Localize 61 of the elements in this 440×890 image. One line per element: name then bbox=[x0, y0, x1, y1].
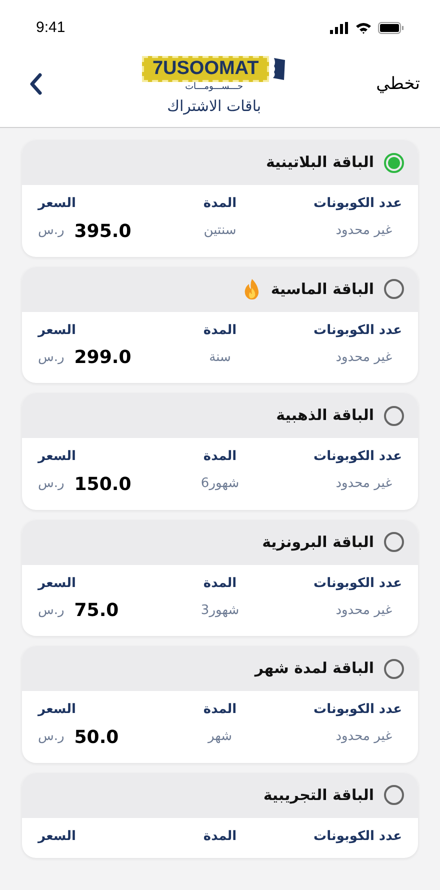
column-header: السعر bbox=[38, 195, 76, 213]
wifi-icon bbox=[355, 22, 372, 34]
radio-button[interactable] bbox=[384, 279, 404, 299]
coupon-count: غير محدود bbox=[336, 728, 392, 746]
column-header: المدة bbox=[203, 701, 237, 719]
plan-price: 395.0 bbox=[74, 220, 132, 244]
column-header: عدد الكوبونات bbox=[314, 574, 402, 592]
signal-icon bbox=[330, 22, 349, 34]
column-header: المدة bbox=[203, 448, 237, 466]
plan-price: 299.0 bbox=[74, 346, 132, 370]
currency-label: ر.س bbox=[38, 348, 64, 367]
logo-wordmark: 7USOOMAT bbox=[142, 56, 269, 82]
plan-name: الباقة البلاتينية bbox=[266, 152, 374, 174]
plan-name: الباقة التجريبية bbox=[263, 784, 374, 806]
plan-duration: سنتين bbox=[204, 222, 236, 240]
radio-button[interactable] bbox=[384, 406, 404, 426]
column-header: عدد الكوبونات bbox=[314, 448, 402, 466]
plan-name: الباقة لمدة شهر bbox=[254, 658, 374, 680]
skip-button[interactable]: تخطي bbox=[376, 72, 420, 98]
column-header: عدد الكوبونات bbox=[314, 701, 402, 719]
ticket-icon bbox=[272, 57, 286, 81]
radio-button[interactable] bbox=[384, 658, 404, 678]
page-title: باقات الاشتراك bbox=[167, 96, 262, 117]
column-header: المدة bbox=[203, 322, 237, 340]
column-header: عدد الكوبونات bbox=[314, 195, 402, 213]
plan-duration: سنة bbox=[209, 348, 231, 367]
coupon-count: غير محدود bbox=[336, 348, 392, 367]
column-header: المدة bbox=[203, 574, 237, 592]
column-header: السعر bbox=[38, 574, 76, 592]
radio-button[interactable] bbox=[384, 532, 404, 552]
radio-button[interactable] bbox=[384, 152, 404, 172]
radio-button[interactable] bbox=[384, 785, 404, 805]
currency-label: ر.س bbox=[38, 602, 64, 620]
column-header: السعر bbox=[38, 448, 76, 466]
coupon-count: غير محدود bbox=[336, 222, 392, 240]
logo-tagline: حـــســـومـــات bbox=[185, 82, 244, 93]
plan-duration: شهر bbox=[208, 728, 232, 746]
column-header: عدد الكوبونات bbox=[314, 322, 402, 340]
plan-card[interactable]: الباقة التجريبية عدد الكوبونات المدة السعر bbox=[22, 772, 418, 858]
column-header: عدد الكوبونات bbox=[314, 828, 402, 846]
column-header: المدة bbox=[203, 195, 237, 213]
status-time: 9:41 bbox=[36, 18, 66, 38]
currency-label: ر.س bbox=[38, 475, 64, 494]
column-header: المدة bbox=[203, 828, 237, 846]
plan-name: الباقة الذهبية bbox=[276, 405, 374, 426]
plan-price: 150.0 bbox=[74, 472, 132, 496]
plan-name: الباقة البرونزية bbox=[262, 532, 374, 553]
plan-duration: شهور3 bbox=[200, 602, 240, 620]
currency-label: ر.س bbox=[38, 728, 64, 746]
plan-name: الباقة الماسية bbox=[270, 278, 374, 300]
column-header: السعر bbox=[38, 322, 76, 340]
coupon-count: غير محدود bbox=[336, 602, 392, 620]
coupon-count: غير محدود bbox=[336, 475, 392, 494]
plan-duration: شهور6 bbox=[200, 475, 240, 494]
column-header: السعر bbox=[38, 828, 76, 846]
back-chevron-icon bbox=[29, 73, 43, 95]
currency-label: ر.س bbox=[38, 222, 64, 240]
plan-price: 50.0 bbox=[74, 726, 119, 750]
plan-price: 75.0 bbox=[74, 599, 119, 623]
column-header: السعر bbox=[38, 701, 76, 719]
battery-icon bbox=[378, 22, 404, 34]
